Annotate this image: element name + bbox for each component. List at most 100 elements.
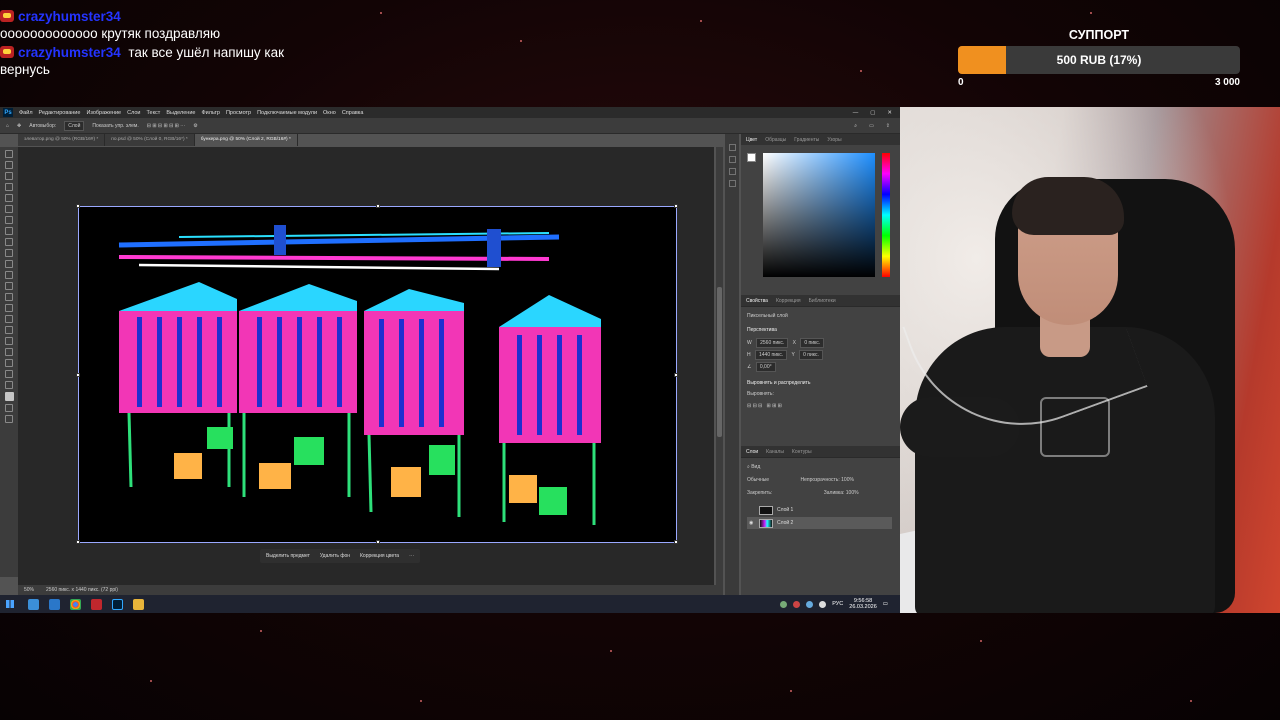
more-options-icon[interactable]: ⋯ bbox=[409, 553, 414, 559]
y-field[interactable]: 0 пикс. bbox=[799, 350, 823, 360]
zoom-tool-icon[interactable] bbox=[5, 370, 13, 378]
clock[interactable]: 9:56:58 26.03.2026 bbox=[849, 598, 877, 610]
photoshop-taskbar-icon[interactable] bbox=[112, 598, 123, 610]
minimize-icon[interactable]: — bbox=[853, 110, 859, 116]
transform-section-title[interactable]: Перспектива bbox=[747, 327, 777, 333]
quick-mask-icon[interactable] bbox=[5, 404, 13, 412]
move-tool-icon[interactable]: ✥ bbox=[17, 123, 21, 129]
zoom-level[interactable]: 50% bbox=[24, 587, 34, 593]
brush-tool-icon[interactable] bbox=[5, 238, 13, 246]
transform-handle[interactable] bbox=[376, 540, 380, 544]
color-correction-button[interactable]: Коррекция цвета bbox=[360, 553, 399, 559]
screen-mode-icon[interactable] bbox=[5, 415, 13, 423]
autoselect-target-select[interactable]: Слой bbox=[64, 120, 85, 131]
pen-tool-icon[interactable] bbox=[5, 315, 13, 323]
blend-mode-select[interactable]: Обычные bbox=[747, 477, 769, 483]
tab-gradients[interactable]: Градиенты bbox=[794, 137, 819, 143]
layer-kind-select[interactable]: Вид bbox=[751, 464, 760, 470]
language-indicator[interactable]: РУС bbox=[832, 601, 843, 607]
menu-edit[interactable]: Редактирование bbox=[39, 110, 81, 116]
menu-image[interactable]: Изображение bbox=[86, 110, 121, 116]
tab-channels[interactable]: Каналы bbox=[766, 449, 784, 455]
opacity-field[interactable]: 100% bbox=[841, 477, 854, 483]
tray-app-icon[interactable] bbox=[793, 600, 801, 608]
volume-icon[interactable] bbox=[819, 600, 827, 608]
canvas-workspace[interactable]: Выделить предмет Удалить фон Коррекция ц… bbox=[18, 147, 714, 585]
tab-paths[interactable]: Контуры bbox=[792, 449, 812, 455]
menu-file[interactable]: Файл bbox=[19, 110, 33, 116]
transform-handle[interactable] bbox=[674, 373, 678, 377]
tab-adjustments[interactable]: Коррекция bbox=[776, 298, 801, 304]
tab-properties[interactable]: Свойства bbox=[746, 298, 768, 304]
hand-tool-icon[interactable] bbox=[5, 359, 13, 367]
width-field[interactable]: 2560 пикс. bbox=[756, 338, 789, 348]
layer-row[interactable]: Слой 1 bbox=[747, 504, 892, 516]
document-canvas[interactable] bbox=[76, 204, 678, 544]
tab-swatches[interactable]: Образцы bbox=[765, 137, 786, 143]
chrome-icon[interactable] bbox=[70, 598, 81, 610]
explorer-icon[interactable] bbox=[49, 598, 60, 610]
tab-libraries[interactable]: Библиотеки bbox=[809, 298, 836, 304]
character-icon[interactable] bbox=[728, 180, 736, 187]
fill-field[interactable]: 100% bbox=[846, 490, 859, 496]
transform-handle[interactable] bbox=[76, 204, 80, 208]
layer-filter[interactable]: ⌕ Вид bbox=[747, 464, 760, 470]
tab-color[interactable]: Цвет bbox=[746, 137, 757, 143]
foreground-swatch[interactable] bbox=[747, 153, 756, 162]
layer-name[interactable]: Слой 2 bbox=[777, 520, 793, 526]
transform-handle[interactable] bbox=[674, 204, 678, 208]
search-icon[interactable]: ⌕ bbox=[854, 123, 857, 129]
remove-background-button[interactable]: Удалить фон bbox=[320, 553, 350, 559]
more-tools-icon[interactable] bbox=[5, 381, 13, 389]
crop-tool-icon[interactable] bbox=[5, 194, 13, 202]
tab-patterns[interactable]: Узоры bbox=[827, 137, 841, 143]
home-icon[interactable]: ⌂ bbox=[6, 123, 9, 129]
type-tool-icon[interactable] bbox=[5, 326, 13, 334]
notifications-icon[interactable]: ▭ bbox=[883, 601, 888, 607]
angle-field[interactable]: 0,00° bbox=[755, 362, 776, 372]
folder-icon[interactable] bbox=[133, 598, 144, 610]
obs-icon[interactable] bbox=[91, 598, 102, 610]
foreground-color-swatch[interactable] bbox=[4, 392, 14, 401]
menu-filter[interactable]: Фильтр bbox=[201, 110, 219, 116]
select-subject-button[interactable]: Выделить предмет bbox=[266, 553, 310, 559]
tab-document[interactable]: по.psd @ 50% (Слой 0, RGB/16*) * bbox=[105, 134, 195, 146]
healing-tool-icon[interactable] bbox=[5, 227, 13, 235]
menu-layers[interactable]: Слои bbox=[127, 110, 140, 116]
browser-icon[interactable] bbox=[28, 598, 39, 610]
align-buttons[interactable]: ⊟ ⊟ ⊟ ⊞ ⊞ ⊞ bbox=[747, 403, 782, 409]
menu-window[interactable]: Окно bbox=[323, 110, 336, 116]
menu-help[interactable]: Справка bbox=[342, 110, 364, 116]
menu-plugins[interactable]: Подключаемые модули bbox=[257, 110, 317, 116]
transform-handle[interactable] bbox=[674, 540, 678, 544]
move-tool-icon[interactable] bbox=[5, 150, 13, 158]
eraser-tool-icon[interactable] bbox=[5, 271, 13, 279]
marquee-tool-icon[interactable] bbox=[5, 161, 13, 169]
height-field[interactable]: 1440 пикс. bbox=[755, 350, 788, 360]
transform-handle[interactable] bbox=[76, 373, 80, 377]
lasso-tool-icon[interactable] bbox=[5, 172, 13, 180]
shape-tool-icon[interactable] bbox=[5, 348, 13, 356]
path-select-icon[interactable] bbox=[5, 337, 13, 345]
show-transform-checkbox[interactable]: Показать упр. элем. bbox=[92, 123, 138, 129]
tab-document[interactable]: элеватор.png @ 50% (RGB/16#) * bbox=[18, 134, 106, 146]
eyedropper-tool-icon[interactable] bbox=[5, 216, 13, 224]
dodge-tool-icon[interactable] bbox=[5, 304, 13, 312]
x-field[interactable]: 0 пикс. bbox=[800, 338, 825, 348]
stamp-tool-icon[interactable] bbox=[5, 249, 13, 257]
align-icons[interactable]: ⊟ ⊞ ⊟ ⊞ ⊟ ⊞ ⋯ bbox=[147, 123, 185, 129]
maximize-icon[interactable]: ▢ bbox=[870, 110, 875, 116]
align-section-title[interactable]: Выровнять и распределить bbox=[747, 380, 810, 386]
network-icon[interactable] bbox=[806, 600, 814, 608]
transform-handle[interactable] bbox=[376, 204, 380, 208]
quick-select-tool-icon[interactable] bbox=[5, 183, 13, 191]
brush-settings-icon[interactable] bbox=[728, 168, 736, 175]
close-icon[interactable]: ✕ bbox=[887, 110, 892, 116]
history-brush-icon[interactable] bbox=[5, 260, 13, 268]
color-field[interactable] bbox=[763, 153, 875, 277]
layer-row-selected[interactable]: ◉ Слой 2 bbox=[747, 517, 892, 529]
workspace-icon[interactable]: ▭ bbox=[869, 123, 874, 129]
vertical-scrollbar[interactable] bbox=[716, 147, 723, 585]
actions-icon[interactable] bbox=[728, 156, 736, 163]
blur-tool-icon[interactable] bbox=[5, 293, 13, 301]
